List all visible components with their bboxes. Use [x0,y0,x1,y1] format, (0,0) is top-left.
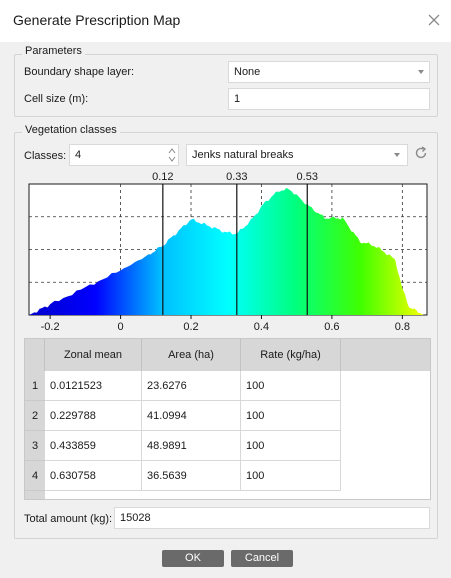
break-label: 0.33 [226,171,247,183]
refresh-icon[interactable] [413,145,429,161]
vegetation-classes-group-title: Vegetation classes [22,124,120,136]
classes-spinbox[interactable]: 4 [69,144,179,166]
classification-method-value: Jenks natural breaks [192,149,294,161]
classes-value: 4 [75,149,82,161]
histogram-svg: 0.12 0.33 0.53 -0.2 0 0.2 0.4 0.6 0.8 [28,171,428,333]
column-header-zonal-mean: Zonal mean [45,339,142,371]
table-corner [25,339,45,371]
cell-area[interactable]: 23.6276 [142,371,241,401]
cell-area[interactable]: 36.5639 [142,461,241,491]
row-header-empty [25,491,45,499]
x-tick-label: 0.2 [183,321,198,333]
cell-rate[interactable]: 100 [241,431,341,461]
row-header: 4 [25,461,45,491]
cell-rate[interactable]: 100 [241,461,341,491]
cell-rate[interactable]: 100 [241,371,341,401]
x-tick-label: 0.8 [395,321,410,333]
cell-zonal-mean[interactable]: 0.229788 [45,401,142,431]
cell-area[interactable]: 41.0994 [142,401,241,431]
cell-rate[interactable]: 100 [241,401,341,431]
total-amount-label: Total amount (kg): [24,513,113,525]
row-header: 2 [25,401,45,431]
classes-table: Zonal mean Area (ha) Rate (kg/ha) 1 0.01… [24,338,431,500]
chevron-down-icon[interactable] [394,153,400,157]
x-tick-label: 0.4 [254,321,269,333]
ok-button[interactable]: OK [162,550,224,567]
cell-zonal-mean[interactable]: 0.630758 [45,461,142,491]
cell-zonal-mean[interactable]: 0.433859 [45,431,142,461]
total-amount-field[interactable]: 15028 [114,507,430,529]
cancel-button[interactable]: Cancel [231,550,293,567]
column-header-filler [341,339,430,371]
cell-size-value: 1 [234,93,241,105]
cell-area[interactable]: 48.9891 [142,431,241,461]
chevron-down-icon[interactable] [418,70,424,74]
parameters-group-title: Parameters [22,45,85,57]
x-tick-label: 0.6 [324,321,339,333]
x-tick-label: -0.2 [41,321,60,333]
cell-zonal-mean[interactable]: 0.0121523 [45,371,142,401]
cell-size-input[interactable]: 1 [228,88,430,110]
x-tick-label: 0 [118,321,124,333]
row-header: 3 [25,431,45,461]
cell-size-label: Cell size (m): [24,93,89,105]
classes-label: Classes: [24,150,67,162]
boundary-shape-label: Boundary shape layer: [24,66,135,78]
window-title: Generate Prescription Map [13,12,181,28]
break-label: 0.53 [297,171,318,183]
break-label: 0.12 [152,171,173,183]
column-header-area: Area (ha) [142,339,241,371]
spin-arrows-icon[interactable] [167,146,177,164]
close-icon[interactable] [425,11,443,29]
histogram-chart: 0.12 0.33 0.53 -0.2 0 0.2 0.4 0.6 0.8 [24,168,429,338]
total-amount-value: 15028 [120,512,151,524]
boundary-shape-value: None [234,66,261,78]
classification-method-select[interactable]: Jenks natural breaks [186,144,408,166]
title-bar: Generate Prescription Map [0,0,451,42]
row-header: 1 [25,371,45,401]
column-header-rate: Rate (kg/ha) [241,339,341,371]
boundary-shape-select[interactable]: None [228,61,430,83]
